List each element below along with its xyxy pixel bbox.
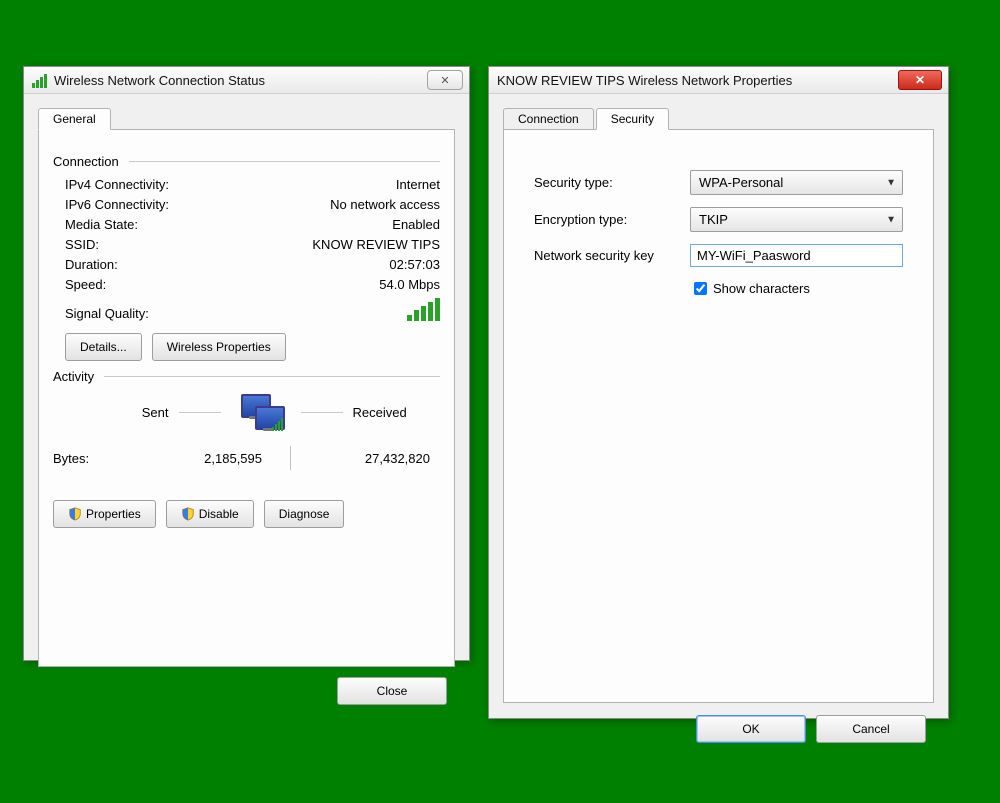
titlebar: KNOW REVIEW TIPS Wireless Network Proper… (489, 67, 948, 94)
group-connection-label: Connection (53, 154, 119, 169)
network-monitors-icon (233, 392, 289, 432)
wireless-properties-dialog: KNOW REVIEW TIPS Wireless Network Proper… (488, 66, 949, 719)
ipv4-label: IPv4 Connectivity: (65, 177, 169, 192)
tab-panel-security: Security type: WPA-Personal ▼ Encryption… (503, 130, 934, 703)
signal-quality-label: Signal Quality: (65, 306, 149, 321)
dialog-title: KNOW REVIEW TIPS Wireless Network Proper… (497, 73, 898, 88)
signal-bars-icon (407, 297, 440, 321)
wireless-properties-button[interactable]: Wireless Properties (152, 333, 286, 361)
divider (301, 412, 343, 413)
divider (179, 412, 221, 413)
bytes-received-value: 27,432,820 (299, 451, 440, 466)
divider (290, 446, 291, 470)
bytes-sent-value: 2,185,595 (141, 451, 282, 466)
ipv6-label: IPv6 Connectivity: (65, 197, 169, 212)
tabstrip: General (38, 106, 455, 130)
encryption-type-value: TKIP (699, 212, 728, 227)
chevron-down-icon: ▼ (886, 177, 896, 188)
dialog-title: Wireless Network Connection Status (54, 73, 427, 88)
bytes-label: Bytes: (53, 451, 133, 466)
close-icon[interactable]: ✕ (427, 70, 463, 90)
media-state-value: Enabled (392, 217, 440, 232)
chevron-down-icon: ▼ (886, 214, 896, 225)
close-button[interactable]: Close (337, 677, 447, 705)
close-icon[interactable]: ✕ (898, 70, 942, 90)
ok-button[interactable]: OK (696, 715, 806, 743)
divider (129, 161, 440, 162)
tab-panel-general: Connection IPv4 Connectivity: Internet IP… (38, 130, 455, 667)
group-connection: Connection (53, 154, 440, 169)
tab-connection[interactable]: Connection (503, 108, 594, 130)
dialog-body: General Connection IPv4 Connectivity: Int… (24, 94, 469, 725)
ssid-label: SSID: (65, 237, 99, 252)
ipv4-value: Internet (396, 177, 440, 192)
received-label: Received (353, 405, 407, 420)
show-characters-checkbox[interactable] (694, 282, 707, 295)
show-characters-label: Show characters (713, 281, 810, 296)
network-key-label: Network security key (534, 248, 690, 263)
encryption-type-label: Encryption type: (534, 212, 690, 227)
properties-button[interactable]: Properties (53, 500, 156, 528)
security-type-value: WPA-Personal (699, 175, 783, 190)
duration-label: Duration: (65, 257, 118, 272)
shield-icon (68, 507, 82, 521)
cancel-button[interactable]: Cancel (816, 715, 926, 743)
titlebar: Wireless Network Connection Status ✕ (24, 67, 469, 94)
group-activity-label: Activity (53, 369, 94, 384)
shield-icon (181, 507, 195, 521)
ipv6-value: No network access (330, 197, 440, 212)
properties-button-label: Properties (86, 507, 141, 521)
security-type-label: Security type: (534, 175, 690, 190)
tab-security[interactable]: Security (596, 108, 669, 130)
network-key-input[interactable] (690, 244, 903, 267)
tab-general[interactable]: General (38, 108, 111, 130)
disable-button-label: Disable (199, 507, 239, 521)
duration-value: 02:57:03 (389, 257, 440, 272)
sent-label: Sent (142, 405, 169, 420)
wireless-status-dialog: Wireless Network Connection Status ✕ Gen… (23, 66, 470, 661)
speed-value: 54.0 Mbps (379, 277, 440, 292)
group-activity: Activity (53, 369, 440, 384)
tabstrip: Connection Security (503, 106, 934, 130)
media-state-label: Media State: (65, 217, 138, 232)
encryption-type-select[interactable]: TKIP ▼ (690, 207, 903, 232)
ssid-value: KNOW REVIEW TIPS (312, 237, 440, 252)
signal-icon (32, 72, 48, 88)
diagnose-button[interactable]: Diagnose (264, 500, 345, 528)
details-button[interactable]: Details... (65, 333, 142, 361)
disable-button[interactable]: Disable (166, 500, 254, 528)
security-type-select[interactable]: WPA-Personal ▼ (690, 170, 903, 195)
divider (104, 376, 440, 377)
dialog-body: Connection Security Security type: WPA-P… (489, 94, 948, 767)
speed-label: Speed: (65, 277, 106, 292)
